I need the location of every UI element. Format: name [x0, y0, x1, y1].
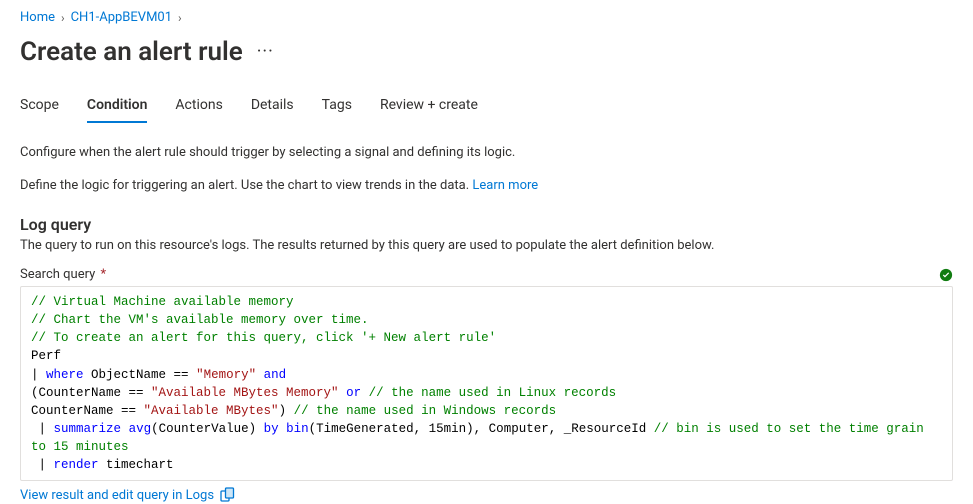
code-comment: // Chart the VM's available memory over … — [31, 313, 369, 327]
title-row: Create an alert rule ··· — [20, 33, 953, 91]
code-string: "Available MBytes Memory" — [151, 386, 339, 400]
code-text: | — [31, 368, 46, 382]
view-in-logs-row: View result and edit query in Logs — [20, 481, 953, 503]
code-text — [361, 386, 369, 400]
code-text: (CounterValue) — [151, 422, 264, 436]
log-query-heading: Log query — [20, 193, 953, 234]
define-logic-span: Define the logic for triggering an alert… — [20, 178, 472, 193]
breadcrumb-resource[interactable]: CH1-AppBEVM01 — [71, 10, 172, 25]
code-text: ObjectName == — [84, 368, 197, 382]
intro-text: Configure when the alert rule should tri… — [20, 127, 953, 160]
code-keyword: by — [264, 422, 279, 436]
code-text: | — [31, 422, 54, 436]
code-text — [121, 422, 129, 436]
code-text: ) — [279, 404, 294, 418]
check-circle-icon — [939, 268, 953, 282]
code-text — [256, 368, 264, 382]
code-comment: // the name used in Windows records — [294, 404, 557, 418]
code-function: avg — [129, 422, 152, 436]
code-text: CounterName == — [31, 404, 144, 418]
open-external-icon[interactable] — [220, 487, 236, 503]
code-comment: // the name used in Linux records — [369, 386, 617, 400]
code-string: "Memory" — [196, 368, 256, 382]
chevron-right-icon: › — [178, 11, 182, 25]
code-keyword: where — [46, 368, 84, 382]
breadcrumb-home[interactable]: Home — [20, 10, 55, 25]
code-keyword: summarize — [54, 422, 122, 436]
code-keyword: or — [346, 386, 361, 400]
tab-details[interactable]: Details — [251, 91, 294, 123]
tab-review-create[interactable]: Review + create — [380, 91, 478, 123]
log-query-subtext: The query to run on this resource's logs… — [20, 234, 953, 253]
code-comment: // To create an alert for this query, cl… — [31, 331, 496, 345]
code-comment: // Virtual Machine available memory — [31, 295, 294, 309]
code-function: bin — [286, 422, 309, 436]
tab-condition[interactable]: Condition — [87, 91, 148, 123]
view-in-logs-link[interactable]: View result and edit query in Logs — [20, 488, 214, 503]
tabs: Scope Condition Actions Details Tags Rev… — [20, 91, 953, 123]
page-title: Create an alert rule — [20, 37, 243, 67]
tab-actions[interactable]: Actions — [175, 91, 222, 123]
search-query-field-row: Search query * — [20, 253, 953, 282]
code-text: (CounterName == — [31, 386, 151, 400]
code-text: timechart — [99, 458, 174, 472]
search-query-editor[interactable]: // Virtual Machine available memory // C… — [20, 286, 953, 481]
code-text: | — [31, 458, 54, 472]
more-actions-button[interactable]: ··· — [257, 43, 274, 61]
code-text — [279, 422, 287, 436]
code-string: "Available MBytes" — [144, 404, 279, 418]
tab-scope[interactable]: Scope — [20, 91, 59, 123]
code-keyword: render — [54, 458, 99, 472]
code-text — [339, 386, 347, 400]
code-text: (TimeGenerated, 15min), Computer, _Resou… — [309, 422, 654, 436]
breadcrumb: Home › CH1-AppBEVM01 › — [20, 8, 953, 33]
learn-more-link[interactable]: Learn more — [472, 178, 538, 193]
tab-tags[interactable]: Tags — [322, 91, 352, 123]
chevron-right-icon: › — [61, 11, 65, 25]
code-keyword: and — [264, 368, 287, 382]
required-indicator: * — [101, 267, 107, 282]
search-query-label: Search query — [20, 267, 95, 282]
define-logic-text: Define the logic for triggering an alert… — [20, 160, 953, 193]
code-text: Perf — [31, 349, 61, 363]
